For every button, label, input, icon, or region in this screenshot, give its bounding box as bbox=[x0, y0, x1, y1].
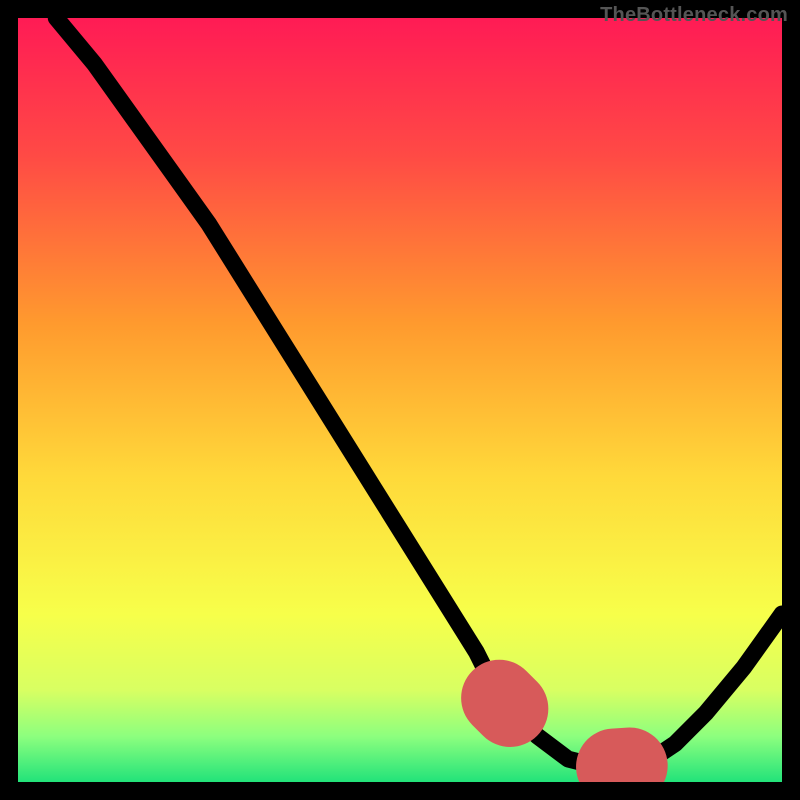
watermark-text: TheBottleneck.com bbox=[600, 4, 788, 27]
gradient-background bbox=[18, 18, 782, 782]
plot-area bbox=[18, 18, 782, 782]
bottleneck-chart bbox=[18, 18, 782, 782]
chart-frame: TheBottleneck.com bbox=[0, 0, 800, 800]
